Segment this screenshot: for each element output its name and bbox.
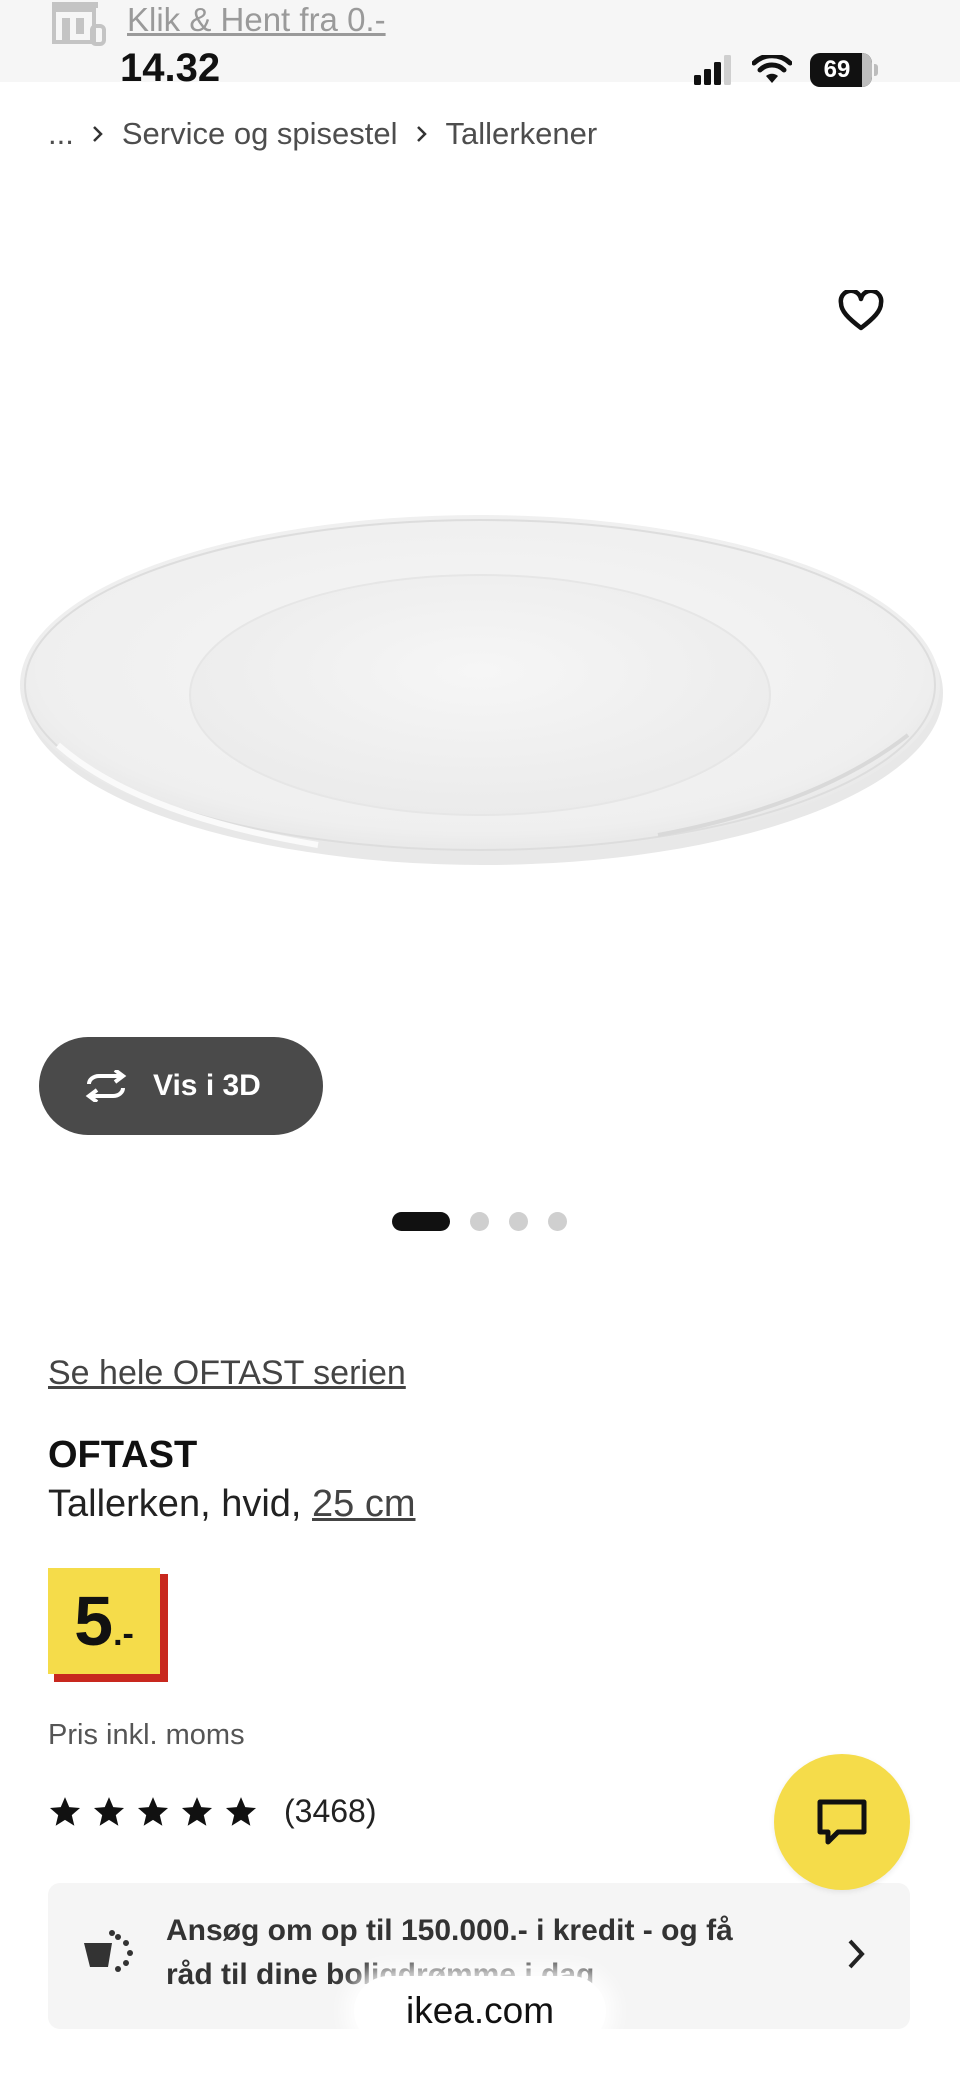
price-tag-face: 5 .- [48, 1568, 160, 1674]
star-icon [49, 1796, 81, 1826]
status-icons: 69 [694, 52, 878, 88]
chevron-right-icon [92, 126, 103, 142]
product-type: Tallerken, hvid, [48, 1483, 313, 1525]
store-icon [52, 2, 106, 46]
favorite-button[interactable] [836, 286, 886, 336]
review-count[interactable]: (3468) [284, 1793, 377, 1830]
battery-icon: 69 [810, 53, 872, 87]
breadcrumb-item-tallerkener[interactable]: Tallerkener [446, 116, 598, 152]
star-icon [225, 1796, 257, 1826]
chat-bubble-icon [817, 1799, 867, 1845]
star-icon [93, 1796, 125, 1826]
star-icon [137, 1796, 169, 1826]
carousel-dot[interactable] [548, 1212, 567, 1231]
carousel-dot[interactable] [470, 1212, 489, 1231]
rating[interactable]: (3468) [48, 1793, 377, 1830]
click-collect-link[interactable]: Klik & Hent fra 0.- [127, 0, 386, 40]
browser-url: ikea.com [405, 1990, 555, 2031]
signal-icon [694, 55, 731, 85]
chevron-right-icon [848, 1939, 865, 1969]
breadcrumb: ... Service og spisestel Tallerkener [48, 110, 597, 158]
carousel-dot[interactable] [509, 1212, 528, 1231]
product-image-plate[interactable] [18, 505, 943, 905]
status-time: 14.32 [120, 46, 221, 90]
price-amount: 5 [74, 1582, 114, 1660]
price-suffix: .- [113, 1614, 134, 1653]
star-icon [181, 1796, 213, 1826]
price-note: Pris inkl. moms [48, 1719, 245, 1751]
browser-url-pill[interactable]: ikea.com [354, 1976, 606, 2046]
series-link[interactable]: Se hele OFTAST serien [48, 1351, 406, 1395]
breadcrumb-item-service[interactable]: Service og spisestel [122, 116, 398, 152]
price-tag: 5 .- [48, 1568, 168, 1682]
heart-icon [838, 290, 884, 331]
carousel-dots [392, 1212, 567, 1231]
rotate-3d-icon [85, 1070, 127, 1102]
credit-cart-icon [84, 1930, 133, 1972]
carousel-dot-active[interactable] [392, 1212, 450, 1231]
chat-button[interactable] [774, 1754, 910, 1890]
view-in-3d-button[interactable]: Vis i 3D [39, 1037, 323, 1135]
product-size-link[interactable]: 25 cm [312, 1483, 415, 1525]
breadcrumb-ellipsis[interactable]: ... [48, 116, 74, 152]
wifi-icon [752, 55, 792, 83]
battery-level: 69 [823, 56, 851, 83]
battery-tip [874, 64, 878, 76]
product-name: OFTAST [48, 1434, 198, 1476]
chevron-right-icon [416, 126, 427, 142]
product-description: Tallerken, hvid, 25 cm [48, 1480, 416, 1528]
view-in-3d-label: Vis i 3D [153, 1069, 261, 1102]
